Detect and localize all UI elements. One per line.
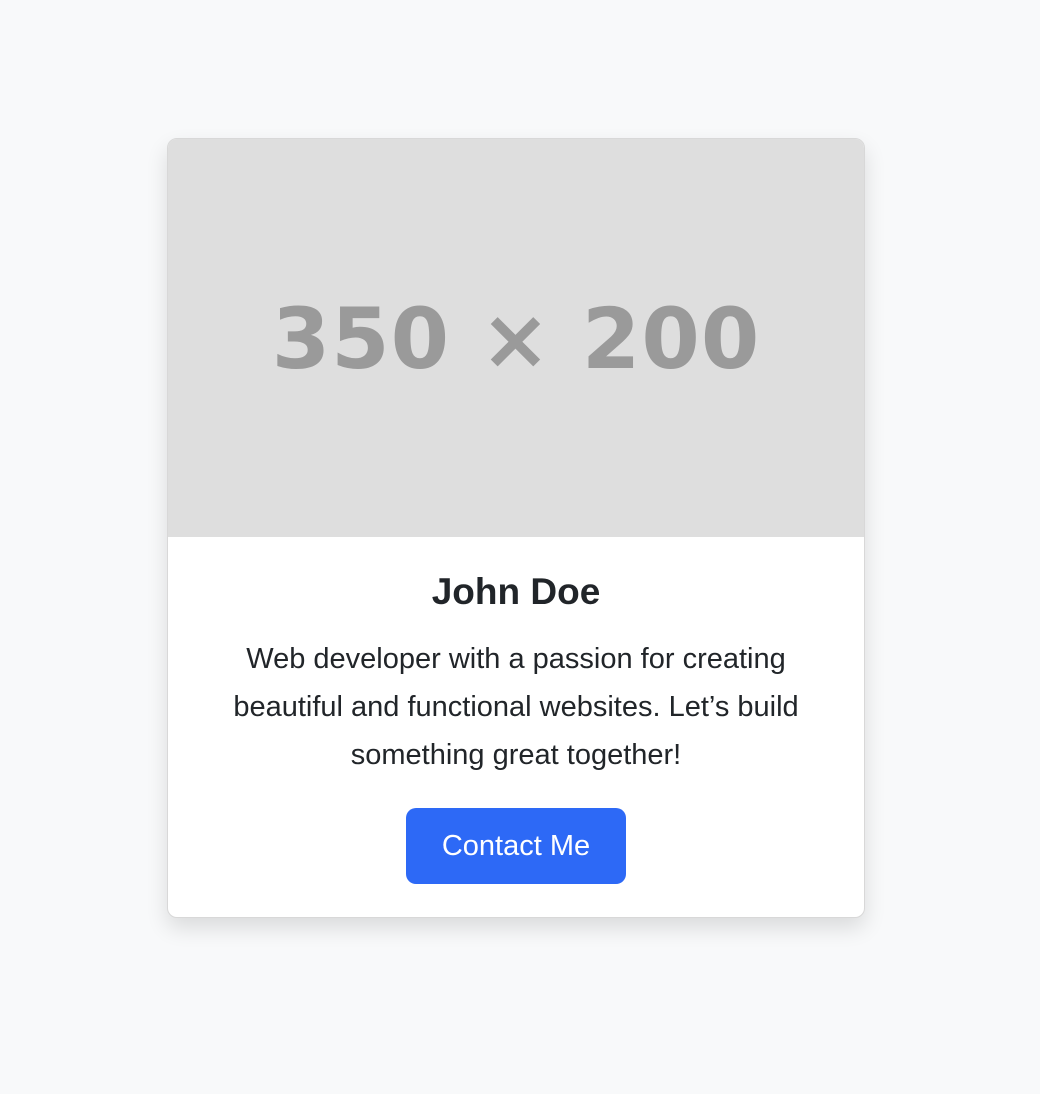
- profile-image-placeholder: 350 × 200: [168, 139, 864, 537]
- profile-name: John Doe: [431, 571, 601, 612]
- card-body: John Doe Web developer with a passion fo…: [168, 537, 864, 917]
- contact-me-button[interactable]: Contact Me: [406, 808, 626, 884]
- page: 350 × 200 John Doe Web developer with a …: [0, 0, 1040, 1094]
- profile-card: 350 × 200 John Doe Web developer with a …: [167, 138, 865, 918]
- profile-description: Web developer with a passion for creatin…: [233, 643, 799, 771]
- image-dimensions-label: 350 × 200: [271, 290, 761, 388]
